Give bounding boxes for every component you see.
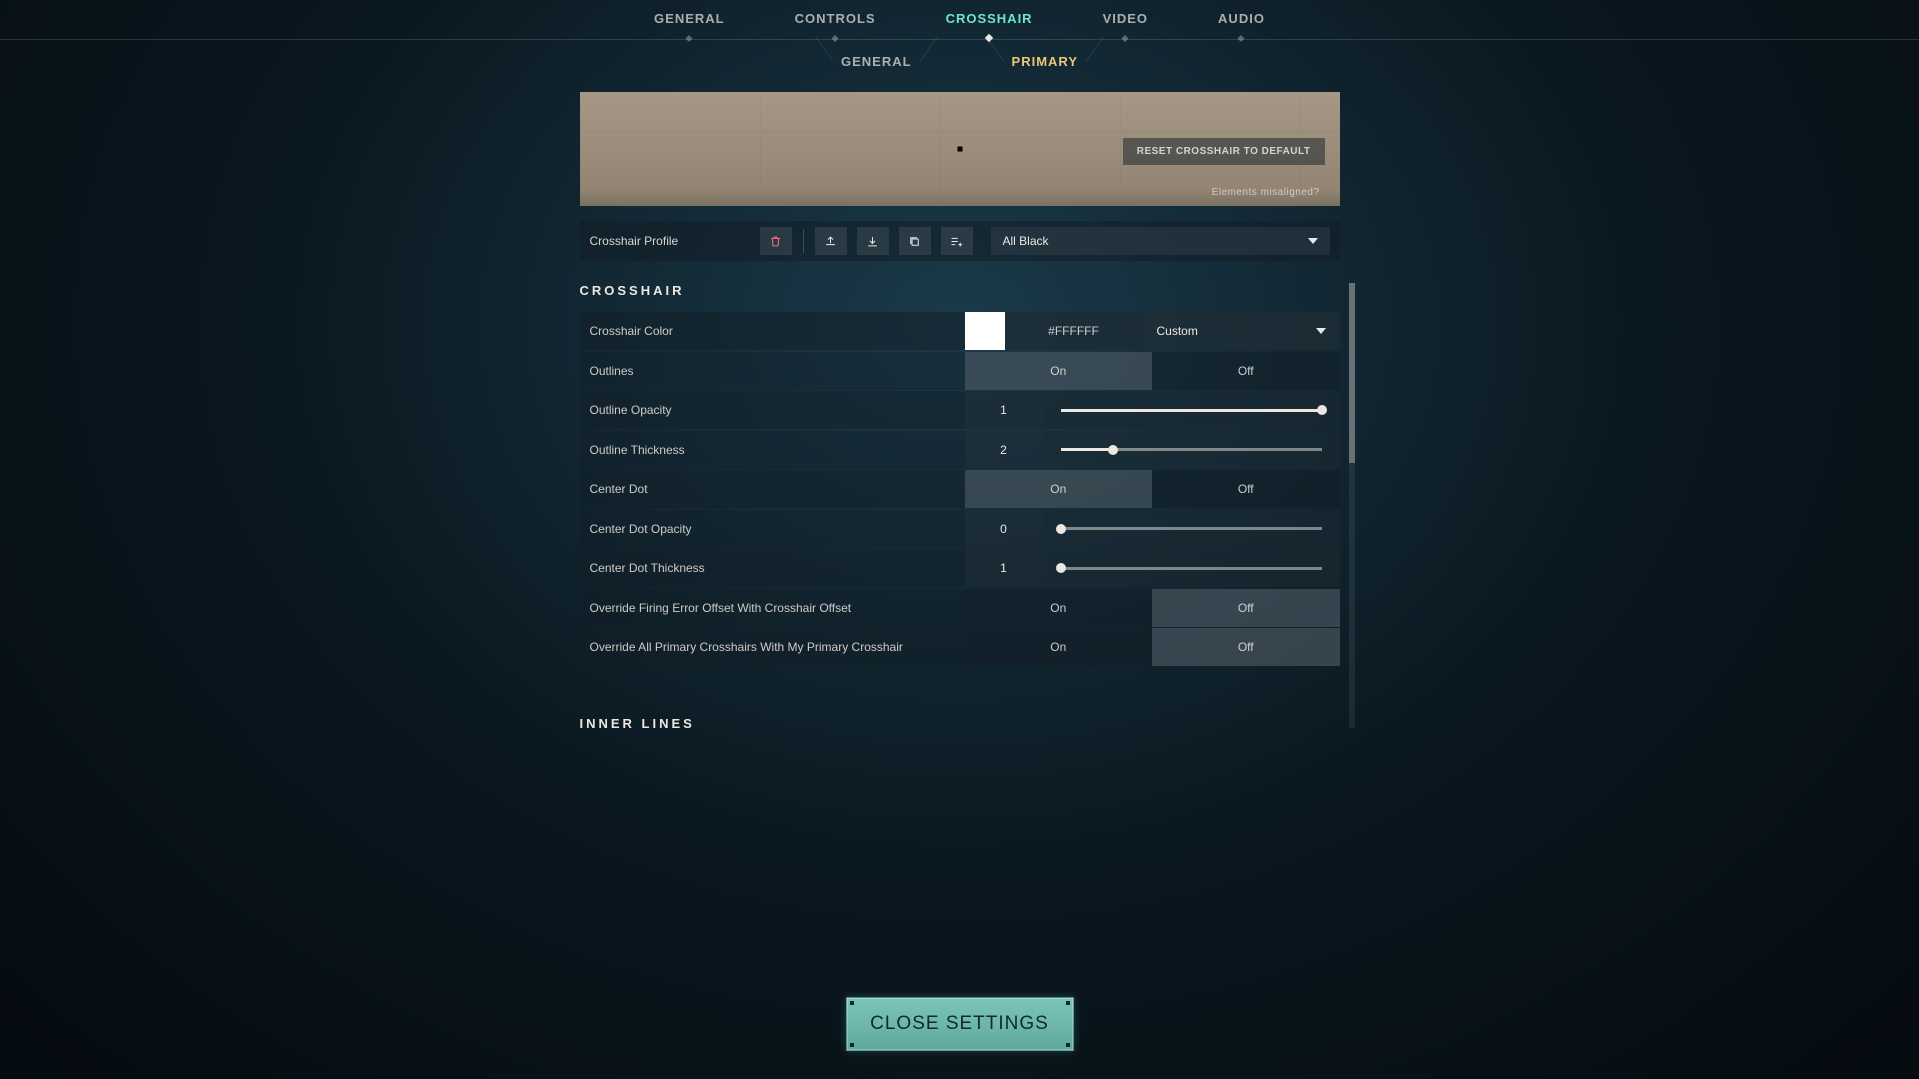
- center-dot-opacity-value[interactable]: 0: [965, 510, 1043, 548]
- label-outline-thickness: Outline Thickness: [590, 443, 965, 457]
- outlines-off[interactable]: Off: [1152, 352, 1340, 390]
- label-center-dot-thickness: Center Dot Thickness: [590, 561, 965, 575]
- row-outlines: Outlines On Off: [580, 352, 1340, 390]
- crosshair-preview: RESET CROSSHAIR TO DEFAULT Elements misa…: [580, 92, 1340, 206]
- upload-icon: [823, 234, 838, 249]
- scrollbar-thumb[interactable]: [1349, 283, 1355, 463]
- outline-opacity-value[interactable]: 1: [965, 391, 1043, 429]
- label-center-dot: Center Dot: [590, 482, 965, 496]
- crosshair-color-hex[interactable]: #FFFFFF: [1005, 312, 1143, 350]
- override-all-primary-toggle: On Off: [965, 628, 1340, 666]
- outline-thickness-value[interactable]: 2: [965, 431, 1043, 469]
- label-override-firing-error: Override Firing Error Offset With Crossh…: [590, 601, 965, 615]
- subtab-primary[interactable]: PRIMARY: [1012, 54, 1078, 69]
- override-firing-off[interactable]: Off: [1152, 589, 1340, 627]
- copy-icon: [907, 234, 922, 249]
- scrollbar[interactable]: [1349, 283, 1355, 728]
- outlines-on[interactable]: On: [965, 352, 1153, 390]
- outlines-toggle: On Off: [965, 352, 1340, 390]
- row-outline-opacity: Outline Opacity 1: [580, 391, 1340, 429]
- tab-crosshair[interactable]: CROSSHAIR: [946, 0, 1033, 40]
- crosshair-profile-select[interactable]: All Black: [991, 227, 1330, 255]
- center-dot-thickness-value[interactable]: 1: [965, 549, 1043, 587]
- row-crosshair-color: Crosshair Color #FFFFFF Custom: [580, 312, 1340, 350]
- chevron-down-icon: [1308, 238, 1318, 244]
- row-override-all-primmodel: Override All Primary Crosshairs With My …: [580, 628, 1340, 666]
- subtab-general[interactable]: GENERAL: [841, 54, 912, 69]
- inner-lines-section-heading: INNER LINES: [580, 716, 1340, 731]
- icon-separator: [803, 229, 804, 253]
- close-settings-label: CLOSE SETTINGS: [870, 1013, 1049, 1035]
- override-all-primary-off[interactable]: Off: [1152, 628, 1340, 666]
- label-crosshair-color: Crosshair Color: [590, 324, 965, 338]
- duplicate-profile-button[interactable]: [899, 227, 931, 255]
- crosshair-profile-row: Crosshair Profile All Black: [580, 221, 1340, 261]
- label-outline-opacity: Outline Opacity: [590, 403, 965, 417]
- crosshair-profile-selected: All Black: [1003, 234, 1049, 248]
- close-settings-button[interactable]: CLOSE SETTINGS: [846, 997, 1074, 1051]
- row-center-dot-thickness: Center Dot Thickness 1: [580, 549, 1340, 587]
- tab-video[interactable]: VIDEO: [1103, 0, 1148, 40]
- sub-tab-bar: GENERAL PRIMARY: [0, 40, 1919, 82]
- trash-icon: [768, 234, 783, 249]
- import-profile-button[interactable]: [857, 227, 889, 255]
- override-firing-toggle: On Off: [965, 589, 1340, 627]
- list-add-icon: [949, 234, 964, 249]
- crosshair-profile-label: Crosshair Profile: [590, 234, 750, 248]
- settings-scroll-area: CROSSHAIR Crosshair Color #FFFFFF Custom…: [580, 283, 1340, 731]
- crosshair-section-heading: CROSSHAIR: [580, 283, 1340, 298]
- main-tab-bar: GENERAL CONTROLS CROSSHAIR VIDEO AUDIO: [0, 0, 1919, 40]
- label-center-dot-opacity: Center Dot Opacity: [590, 522, 965, 536]
- tab-audio[interactable]: AUDIO: [1218, 0, 1265, 40]
- color-swatch[interactable]: [965, 312, 1005, 350]
- override-firing-on[interactable]: On: [965, 589, 1153, 627]
- center-dot-off[interactable]: Off: [1152, 470, 1340, 508]
- label-outlines: Outlines: [590, 364, 965, 378]
- center-dot-opacity-slider[interactable]: [1043, 510, 1340, 548]
- crosshair-color-mode-value: Custom: [1157, 324, 1198, 338]
- outline-opacity-slider[interactable]: [1043, 391, 1340, 429]
- new-profile-button[interactable]: [941, 227, 973, 255]
- center-dot-toggle: On Off: [965, 470, 1340, 508]
- row-override-firing-error: Override Firing Error Offset With Crossh…: [580, 589, 1340, 627]
- export-profile-button[interactable]: [815, 227, 847, 255]
- tab-controls[interactable]: CONTROLS: [795, 0, 876, 40]
- download-icon: [865, 234, 880, 249]
- row-center-dot-opacity: Center Dot Opacity 0: [580, 510, 1340, 548]
- chevron-down-icon: [1316, 328, 1326, 334]
- label-override-all-primary: Override All Primary Crosshairs With My …: [590, 640, 965, 654]
- outline-thickness-slider[interactable]: [1043, 431, 1340, 469]
- override-all-primary-on[interactable]: On: [965, 628, 1153, 666]
- settings-content: RESET CROSSHAIR TO DEFAULT Elements misa…: [580, 92, 1340, 731]
- reset-crosshair-button[interactable]: RESET CROSSHAIR TO DEFAULT: [1123, 138, 1325, 165]
- center-dot-thickness-slider[interactable]: [1043, 549, 1340, 587]
- elements-misaligned-link[interactable]: Elements misaligned?: [1212, 187, 1320, 198]
- row-outline-thickness: Outline Thickness 2: [580, 431, 1340, 469]
- crosshair-dot: [957, 147, 962, 152]
- delete-profile-button[interactable]: [760, 227, 792, 255]
- tab-general[interactable]: GENERAL: [654, 0, 725, 40]
- crosshair-color-mode-select[interactable]: Custom: [1143, 312, 1340, 350]
- center-dot-on[interactable]: On: [965, 470, 1153, 508]
- row-center-dot: Center Dot On Off: [580, 470, 1340, 508]
